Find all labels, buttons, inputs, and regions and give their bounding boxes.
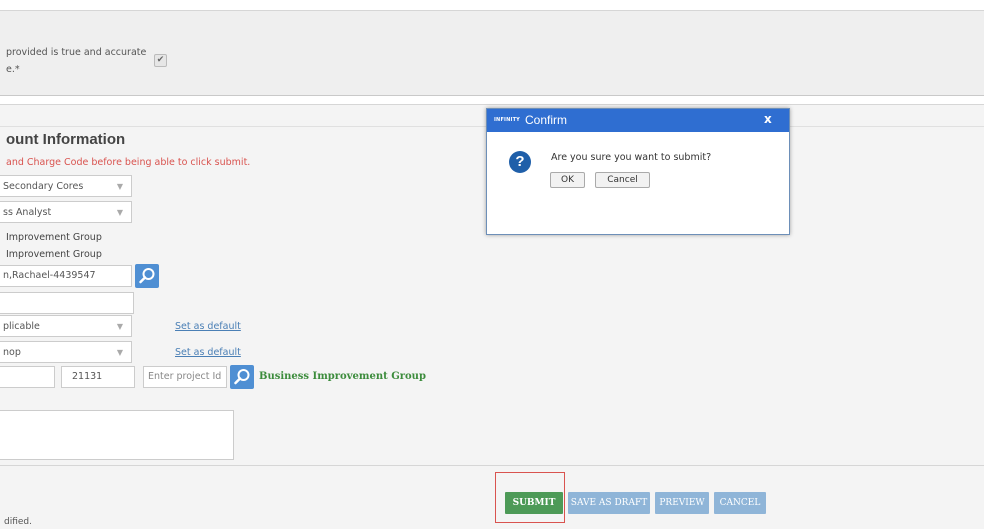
- top-strip: [0, 0, 984, 10]
- chevron-down-icon: ▼: [116, 322, 123, 331]
- set-as-default-link-2[interactable]: Set as default: [175, 347, 241, 358]
- charge-code-field[interactable]: 21131: [61, 366, 135, 388]
- certification-checkbox[interactable]: ✔: [154, 54, 167, 67]
- certification-text-end: e.*: [6, 64, 20, 75]
- role-select-value: ss Analyst: [3, 207, 52, 218]
- save-as-draft-button[interactable]: SAVE AS DRAFT: [568, 492, 650, 514]
- chevron-down-icon: ▼: [116, 182, 123, 191]
- dialog-message: Are you sure you want to submit?: [551, 152, 712, 163]
- confirm-dialog: INFINITY Confirm x ? Are you sure you wa…: [486, 108, 790, 235]
- dialog-ok-button[interactable]: OK: [550, 172, 585, 188]
- group-label-1: Improvement Group: [6, 232, 102, 243]
- group-label-2: Improvement Group: [6, 249, 102, 260]
- question-icon: ?: [509, 151, 531, 173]
- project-id-input[interactable]: Enter project Id: [143, 366, 227, 388]
- dialog-cancel-button[interactable]: Cancel: [595, 172, 650, 188]
- location-select-value: nop: [3, 347, 21, 358]
- preview-button[interactable]: PREVIEW: [655, 492, 709, 514]
- submit-button[interactable]: SUBMIT: [505, 492, 563, 514]
- person-field[interactable]: n,Rachael-4439547: [0, 265, 132, 287]
- certification-section: [0, 10, 984, 96]
- search-icon: [234, 369, 250, 385]
- cancel-button[interactable]: CANCEL: [714, 492, 766, 514]
- form-footer: [0, 465, 984, 529]
- warning-message: and Charge Code before being able to cli…: [6, 157, 251, 168]
- certification-text: provided is true and accurate: [6, 47, 147, 58]
- chevron-down-icon: ▼: [116, 348, 123, 357]
- section-title: ount Information: [6, 131, 126, 148]
- close-icon[interactable]: x: [764, 112, 772, 126]
- core-select-value: Secondary Cores: [3, 181, 84, 192]
- applicable-select-value: plicable: [3, 321, 40, 332]
- search-icon: [139, 268, 155, 284]
- project-result-label: Business Improvement Group: [259, 371, 426, 382]
- person-search-button[interactable]: [135, 264, 159, 288]
- dialog-header: INFINITY Confirm x: [487, 109, 789, 132]
- core-select[interactable]: Secondary Cores ▼: [0, 175, 132, 197]
- charge-code-value: 21131: [72, 371, 103, 382]
- empty-field[interactable]: [0, 292, 134, 314]
- location-select[interactable]: nop ▼: [0, 341, 132, 363]
- set-as-default-link-1[interactable]: Set as default: [175, 321, 241, 332]
- charge-prefix-field[interactable]: [0, 366, 55, 388]
- applicable-select[interactable]: plicable ▼: [0, 315, 132, 337]
- dialog-title: Confirm: [525, 113, 568, 127]
- comments-textarea[interactable]: [0, 410, 234, 460]
- chevron-down-icon: ▼: [116, 208, 123, 217]
- role-select[interactable]: ss Analyst ▼: [0, 201, 132, 223]
- footer-note: dified.: [4, 517, 32, 527]
- project-search-button[interactable]: [230, 365, 254, 389]
- dialog-brand-logo: INFINITY: [494, 117, 520, 123]
